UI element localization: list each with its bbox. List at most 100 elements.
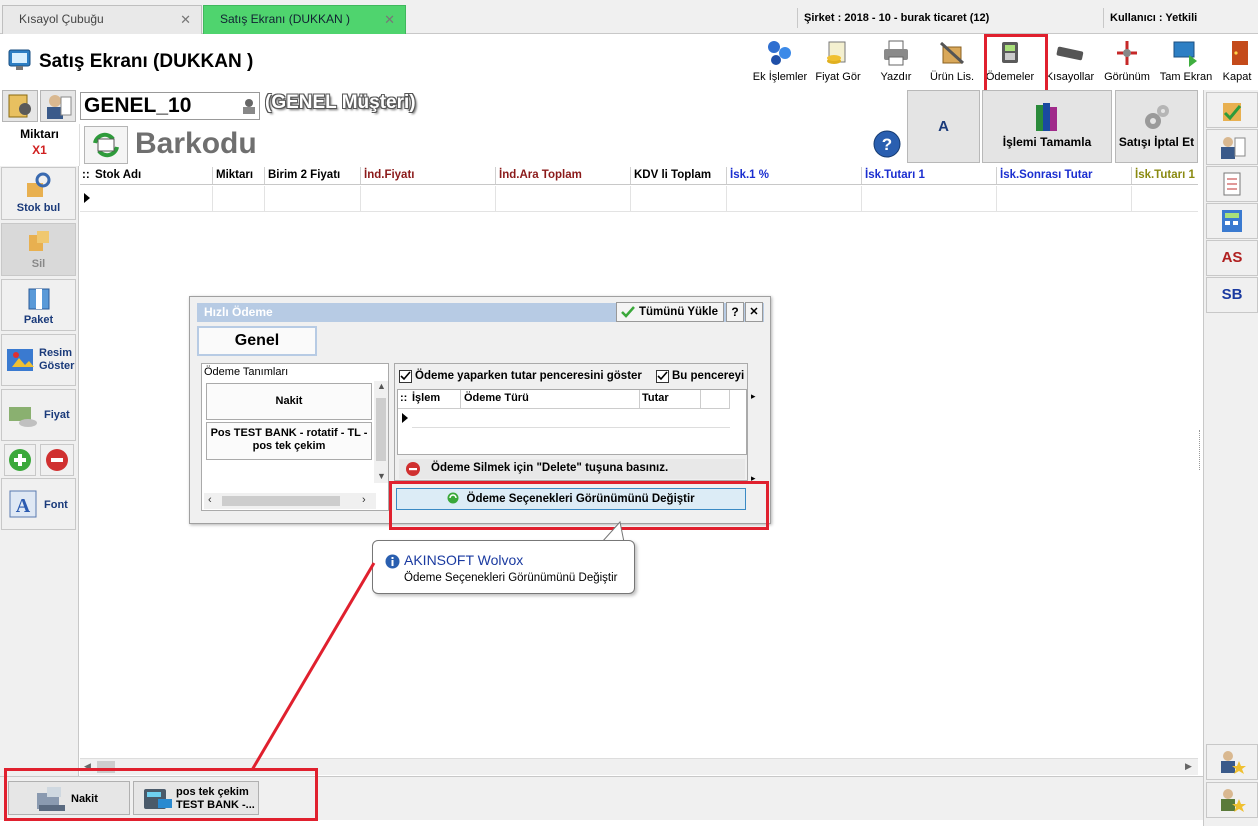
svg-text:?: ? — [882, 135, 892, 154]
col-after-discount-amount[interactable]: İsk.Sonrası Tutar — [996, 167, 1131, 184]
this-window-checkbox[interactable] — [656, 370, 669, 383]
price-view-button[interactable]: Fiyat Gör — [810, 37, 866, 89]
close-door-icon — [1232, 41, 1248, 65]
as-button[interactable]: AS — [1206, 240, 1258, 276]
stock-search-button[interactable]: Stok bul — [1, 167, 76, 220]
shortcuts-button[interactable]: Kısayollar — [1042, 37, 1098, 89]
calculator-icon — [1222, 210, 1242, 232]
minus-icon — [46, 449, 68, 471]
font-button[interactable]: A Font — [1, 478, 76, 530]
checkmark-icon — [621, 306, 635, 318]
close-screen-button[interactable]: Kapat — [1216, 37, 1258, 89]
col-discount1-amount[interactable]: İsk.Tutarı 1 — [861, 167, 996, 184]
customer-code-input[interactable]: GENEL_10 — [80, 92, 260, 120]
payment-def-cash[interactable]: Nakit — [206, 383, 372, 420]
scroll-thumb[interactable] — [376, 398, 386, 461]
delete-hint: Ödeme Silmek için "Delete" tuşuna basını… — [431, 462, 669, 474]
col-discount-subtotal[interactable]: İnd.Ara Toplam — [495, 167, 630, 184]
tab-close-icon[interactable]: ✕ — [180, 6, 191, 33]
package-button[interactable]: Paket — [1, 279, 76, 331]
col-stock-name[interactable]: Stok Adı — [92, 167, 212, 184]
scroll-right-icon[interactable]: › — [362, 494, 366, 506]
print-button[interactable]: Yazdır — [868, 37, 924, 89]
delete-button[interactable]: Sil — [1, 223, 76, 276]
right-panel-user-star-button-2[interactable] — [1206, 782, 1258, 818]
quantity-box: Miktarı X1 — [0, 124, 80, 166]
col-payment-type[interactable]: Ödeme Türü — [460, 390, 640, 408]
checkmark-icon — [657, 371, 668, 381]
quantity-value: X1 — [32, 143, 47, 157]
add-button[interactable] — [4, 444, 36, 476]
remove-button[interactable] — [40, 444, 74, 476]
dialog-close-button[interactable]: ✕ — [745, 302, 763, 322]
customer-card-button[interactable] — [2, 90, 38, 122]
a-button[interactable]: A — [907, 90, 980, 163]
right-panel-button-4[interactable] — [1206, 203, 1258, 239]
col-discount1-pct[interactable]: İsk.1 % — [726, 167, 861, 184]
complete-sale-button[interactable]: İşlemi Tamamla — [982, 90, 1112, 163]
sb-button[interactable]: SB — [1206, 277, 1258, 313]
user-star-icon — [1221, 789, 1246, 812]
customer-search-icon[interactable] — [240, 97, 258, 115]
customer-list-icon — [1221, 137, 1246, 159]
list-vertical-scrollbar[interactable]: ▲ ▼ — [374, 381, 388, 483]
load-all-button[interactable]: Tümünü Yükle — [616, 302, 724, 322]
dialog-help-button[interactable]: ? — [726, 302, 744, 322]
scroll-thumb[interactable] — [222, 496, 340, 506]
grid-row[interactable] — [80, 186, 1198, 212]
scroll-left-icon[interactable]: ‹ — [208, 494, 212, 506]
right-panel-button-1[interactable] — [1206, 92, 1258, 128]
row-pointer-icon — [84, 193, 90, 203]
extra-operations-button[interactable]: Ek İşlemler — [752, 37, 808, 89]
col-amount[interactable]: Tutar — [642, 392, 700, 404]
refresh-barcode-button[interactable] — [84, 126, 128, 164]
payment-entry-row[interactable] — [412, 409, 730, 428]
delete-icon — [406, 462, 420, 476]
font-icon: A — [9, 490, 37, 518]
price-icon — [9, 407, 37, 427]
right-panel-button-3[interactable] — [1206, 166, 1258, 202]
list-horizontal-scrollbar[interactable]: ‹ › — [204, 493, 376, 509]
col-vat-total[interactable]: KDV li Toplam — [630, 167, 726, 184]
col-unit2-price[interactable]: Birim 2 Fiyatı — [264, 167, 360, 184]
splitter-handle[interactable] — [1199, 430, 1203, 470]
payment-def-pos[interactable]: Pos TEST BANK - rotatif - TL - pos tek ç… — [206, 422, 372, 460]
tab-sales-screen[interactable]: Satış Ekranı (DUKKAN ) ✕ — [203, 5, 406, 34]
cancel-sale-label: Satışı İptal Et — [1118, 135, 1195, 149]
panel-scroll-right-icon[interactable]: ▸ — [751, 391, 756, 402]
show-amount-checkbox[interactable] — [399, 370, 412, 383]
tab-shortcut-bar[interactable]: Kısayol Çubuğu ✕ — [2, 5, 202, 34]
tab-label: Satış Ekranı (DUKKAN ) — [220, 12, 351, 26]
quantity-label: Miktarı — [20, 127, 59, 141]
row-pointer-icon — [402, 413, 408, 423]
fullscreen-button[interactable]: Tam Ekran — [1158, 37, 1214, 89]
right-panel-button-2[interactable] — [1206, 129, 1258, 165]
right-panel-user-star-button[interactable] — [1206, 744, 1258, 780]
user-star-icon — [1221, 751, 1246, 774]
change-view-highlight — [389, 481, 769, 530]
clipboard-icon — [1223, 172, 1241, 196]
refresh-arrows-icon — [93, 132, 119, 158]
scroll-right-icon[interactable]: ▶ — [1185, 761, 1192, 772]
cancel-sale-button[interactable]: Satışı İptal Et — [1115, 90, 1198, 163]
scroll-down-icon[interactable]: ▼ — [377, 471, 386, 481]
customer-name: (GENEL Müşteri) — [265, 92, 416, 113]
view-button[interactable]: Görünüm — [1099, 37, 1155, 89]
col-quantity[interactable]: Miktarı — [212, 167, 264, 184]
tab-close-icon[interactable]: ✕ — [384, 6, 395, 33]
show-picture-button[interactable]: Resim Göster — [1, 334, 76, 386]
tab-general[interactable]: Genel — [197, 326, 317, 356]
col-discount-price[interactable]: İnd.Fiyatı — [360, 167, 495, 184]
plus-icon — [9, 449, 31, 471]
price-button[interactable]: Fiyat — [1, 389, 76, 441]
scroll-up-icon[interactable]: ▲ — [377, 381, 386, 391]
printer-icon — [884, 40, 908, 66]
product-list-icon — [939, 41, 965, 65]
col-discount1-amount-2[interactable]: İsk.Tutarı 1 — [1131, 167, 1198, 184]
help-icon[interactable]: ? — [873, 130, 901, 158]
customer-select-button[interactable] — [40, 90, 76, 122]
col-operation[interactable]: İşlem — [412, 392, 460, 404]
product-list-button[interactable]: Ürün Lis. — [924, 37, 980, 89]
svg-text:A: A — [16, 495, 31, 517]
box-check-icon — [1223, 103, 1242, 121]
